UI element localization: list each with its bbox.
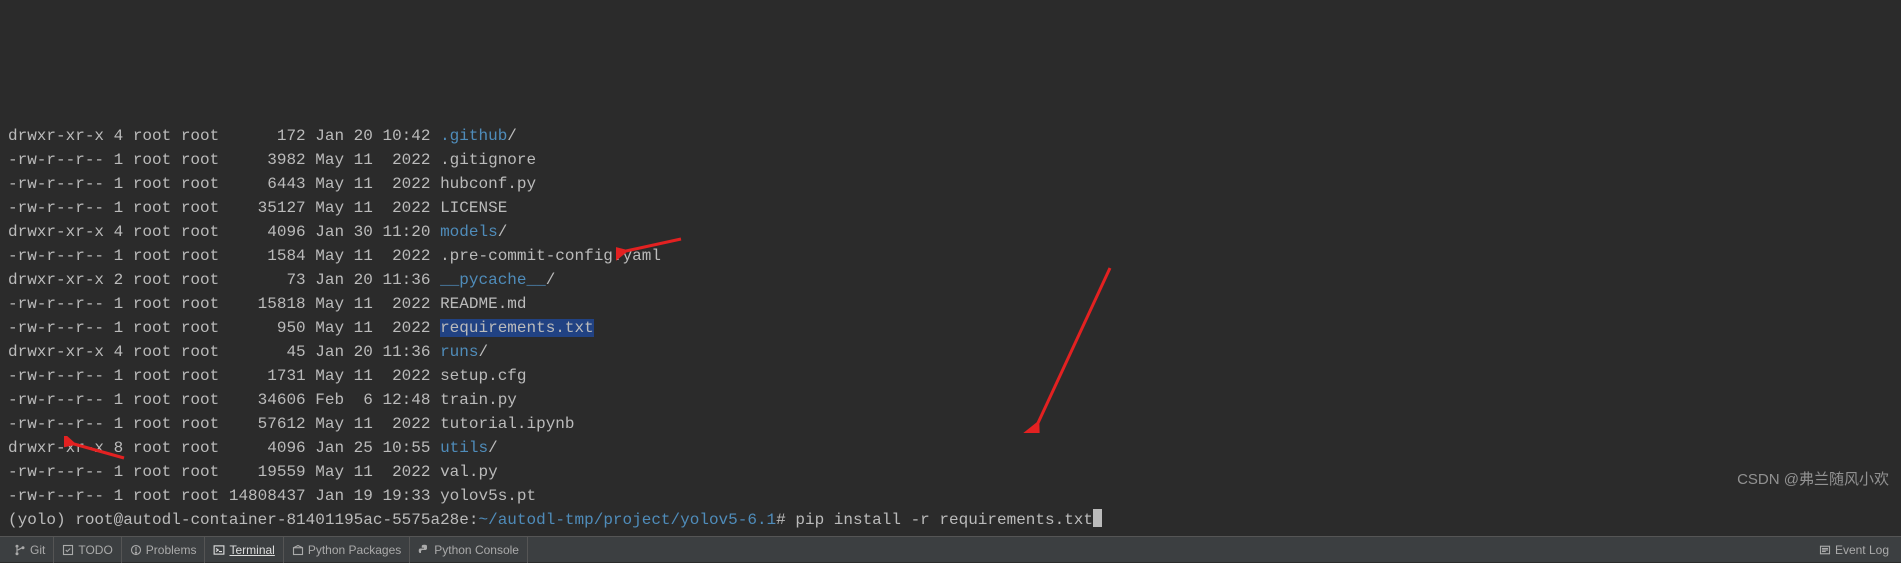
file-name: LICENSE <box>440 199 507 217</box>
ls-row: drwxr-xr-x 8 root root 4096 Jan 25 10:55… <box>8 436 1893 460</box>
ls-row: -rw-r--r-- 1 root root 1584 May 11 2022 … <box>8 244 1893 268</box>
ls-row: -rw-r--r-- 1 root root 6443 May 11 2022 … <box>8 172 1893 196</box>
event-log-icon <box>1819 544 1831 556</box>
python-packages-icon <box>292 544 304 556</box>
ls-row: -rw-r--r-- 1 root root 35127 May 11 2022… <box>8 196 1893 220</box>
status-console-label: Python Console <box>434 543 519 557</box>
file-name: requirements.txt <box>440 319 594 337</box>
status-terminal-label: Terminal <box>229 543 274 557</box>
dir-name: __pycache__ <box>440 271 546 289</box>
ls-row: -rw-r--r-- 1 root root 15818 May 11 2022… <box>8 292 1893 316</box>
status-event-log[interactable]: Event Log <box>1819 543 1889 557</box>
file-name: train.py <box>440 391 517 409</box>
typed-command: pip install -r requirements.txt <box>795 511 1093 529</box>
ls-row: drwxr-xr-x 4 root root 45 Jan 20 11:36 r… <box>8 340 1893 364</box>
ls-row: -rw-r--r-- 1 root root 3982 May 11 2022 … <box>8 148 1893 172</box>
ls-row: drwxr-xr-x 2 root root 73 Jan 20 11:36 _… <box>8 268 1893 292</box>
annotation-arrow-command <box>1020 215 1120 481</box>
ls-row: -rw-r--r-- 1 root root 950 May 11 2022 r… <box>8 316 1893 340</box>
status-git[interactable]: Git <box>6 537 54 563</box>
terminal-output[interactable]: drwxr-xr-x 4 root root 172 Jan 20 10:42 … <box>0 0 1901 536</box>
file-name: tutorial.ipynb <box>440 415 574 433</box>
status-packages[interactable]: Python Packages <box>284 537 410 563</box>
status-todo[interactable]: TODO <box>54 537 121 563</box>
dir-name: .github <box>440 127 507 145</box>
problems-icon <box>130 544 142 556</box>
terminal-prompt-line[interactable]: (yolo) root@autodl-container-81401195ac-… <box>8 508 1893 532</box>
branch-icon <box>14 544 26 556</box>
terminal-cursor <box>1093 509 1102 527</box>
dir-name: runs <box>440 343 478 361</box>
ls-row: -rw-r--r-- 1 root root 1731 May 11 2022 … <box>8 364 1893 388</box>
terminal-icon <box>213 544 225 556</box>
cwd-path: ~/autodl-tmp/project/yolov5-6.1 <box>479 511 777 529</box>
dir-name: utils <box>440 439 488 457</box>
file-name: .gitignore <box>440 151 536 169</box>
status-console[interactable]: Python Console <box>410 537 528 563</box>
ls-row: -rw-r--r-- 1 root root 14808437 Jan 19 1… <box>8 484 1893 508</box>
file-name: setup.cfg <box>440 367 526 385</box>
python-console-icon <box>418 544 430 556</box>
ls-row: -rw-r--r-- 1 root root 19559 May 11 2022… <box>8 460 1893 484</box>
ide-status-bar: Git TODO Problems Terminal Python Packag… <box>0 536 1901 562</box>
file-name: yolov5s.pt <box>440 487 536 505</box>
status-packages-label: Python Packages <box>308 543 401 557</box>
status-terminal[interactable]: Terminal <box>205 537 283 563</box>
ls-row: drwxr-xr-x 4 root root 172 Jan 20 10:42 … <box>8 124 1893 148</box>
file-name: val.py <box>440 463 498 481</box>
user-host: root@autodl-container-81401195ac-5575a28… <box>75 511 469 529</box>
dir-name: models <box>440 223 498 241</box>
status-git-label: Git <box>30 543 45 557</box>
file-name: README.md <box>440 295 526 313</box>
status-problems[interactable]: Problems <box>122 537 206 563</box>
ls-row: -rw-r--r-- 1 root root 34606 Feb 6 12:48… <box>8 388 1893 412</box>
annotation-arrow-prompt <box>64 388 134 514</box>
annotation-arrow-requirements <box>616 179 686 315</box>
ls-row: -rw-r--r-- 1 root root 57612 May 11 2022… <box>8 412 1893 436</box>
status-eventlog-label: Event Log <box>1835 543 1889 557</box>
todo-icon <box>62 544 74 556</box>
file-name: hubconf.py <box>440 175 536 193</box>
ls-row: drwxr-xr-x 4 root root 4096 Jan 30 11:20… <box>8 220 1893 244</box>
status-todo-label: TODO <box>78 543 112 557</box>
status-problems-label: Problems <box>146 543 197 557</box>
